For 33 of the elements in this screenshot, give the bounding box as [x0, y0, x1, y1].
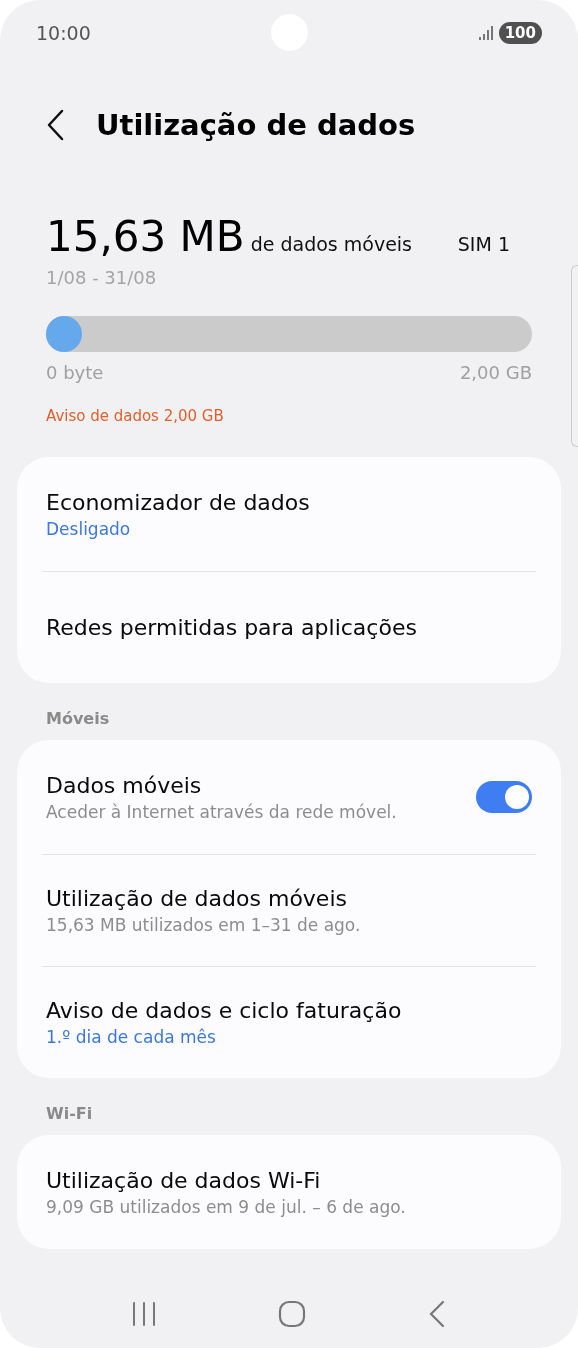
item-title: Utilização de dados Wi-Fi: [46, 1167, 322, 1193]
home-icon[interactable]: [278, 1300, 306, 1328]
toggle-switch[interactable]: [476, 781, 532, 813]
item-title: Aviso de dados e ciclo faturação: [46, 998, 403, 1023]
item-subtitle: 15,63 MB utilizados em 1–31 de ago.: [46, 915, 362, 935]
section-header: Wi-Fi: [45, 1103, 94, 1125]
item-subtitle: Desligado: [46, 518, 132, 539]
status-time: 10:00: [36, 22, 91, 44]
item-subtitle: 9,09 GB utilizados em 9 de jul. – 6 de ago.: [46, 1196, 407, 1217]
settings-item[interactable]: Utilização de dados móveis 15,63 MB utilizados em 1–31 de ago.: [42, 854, 536, 966]
item-title: Utilização de dados móveis: [46, 886, 348, 911]
settings-item[interactable]: Aviso de dados e ciclo faturação 1.º dia de cada mês: [42, 966, 536, 1078]
usage-period: 1/08 - 31/08: [46, 267, 158, 288]
usage-amount: 15,63 MB: [46, 212, 245, 261]
bar-max-label: 2,00 GB: [459, 362, 532, 383]
item-subtitle: 1.º dia de cada mês: [46, 1027, 217, 1047]
settings-item[interactable]: Utilização de dados Wi-Fi 9,09 GB utilizados em 9 de jul. – 6 de ago.: [42, 1135, 536, 1249]
section-header: Móveis: [45, 708, 111, 730]
data-warning: Aviso de dados 2,00 GB: [46, 407, 225, 425]
settings-item[interactable]: Economizador de dados Desligado: [42, 457, 536, 571]
recents-icon[interactable]: [130, 1301, 157, 1327]
usage-label: de dados móveis: [250, 233, 412, 255]
item-title: Dados móveis: [46, 772, 203, 798]
battery-level: 100: [498, 22, 542, 44]
item-title: Redes permitidas para aplicações: [46, 615, 418, 640]
settings-item[interactable]: Dados móveis Aceder à Internet através da rede móvel.: [42, 740, 536, 854]
page-title: Utilização de dados: [96, 108, 416, 142]
signal-icon: [478, 26, 493, 40]
settings-item[interactable]: Redes permitidas para aplicações: [42, 571, 536, 683]
item-title: Economizador de dados: [46, 489, 311, 515]
sim-label: SIM 1: [457, 233, 510, 255]
item-subtitle: Aceder à Internet através da rede móvel.: [46, 801, 398, 822]
bar-min-label: 0 byte: [46, 362, 104, 383]
